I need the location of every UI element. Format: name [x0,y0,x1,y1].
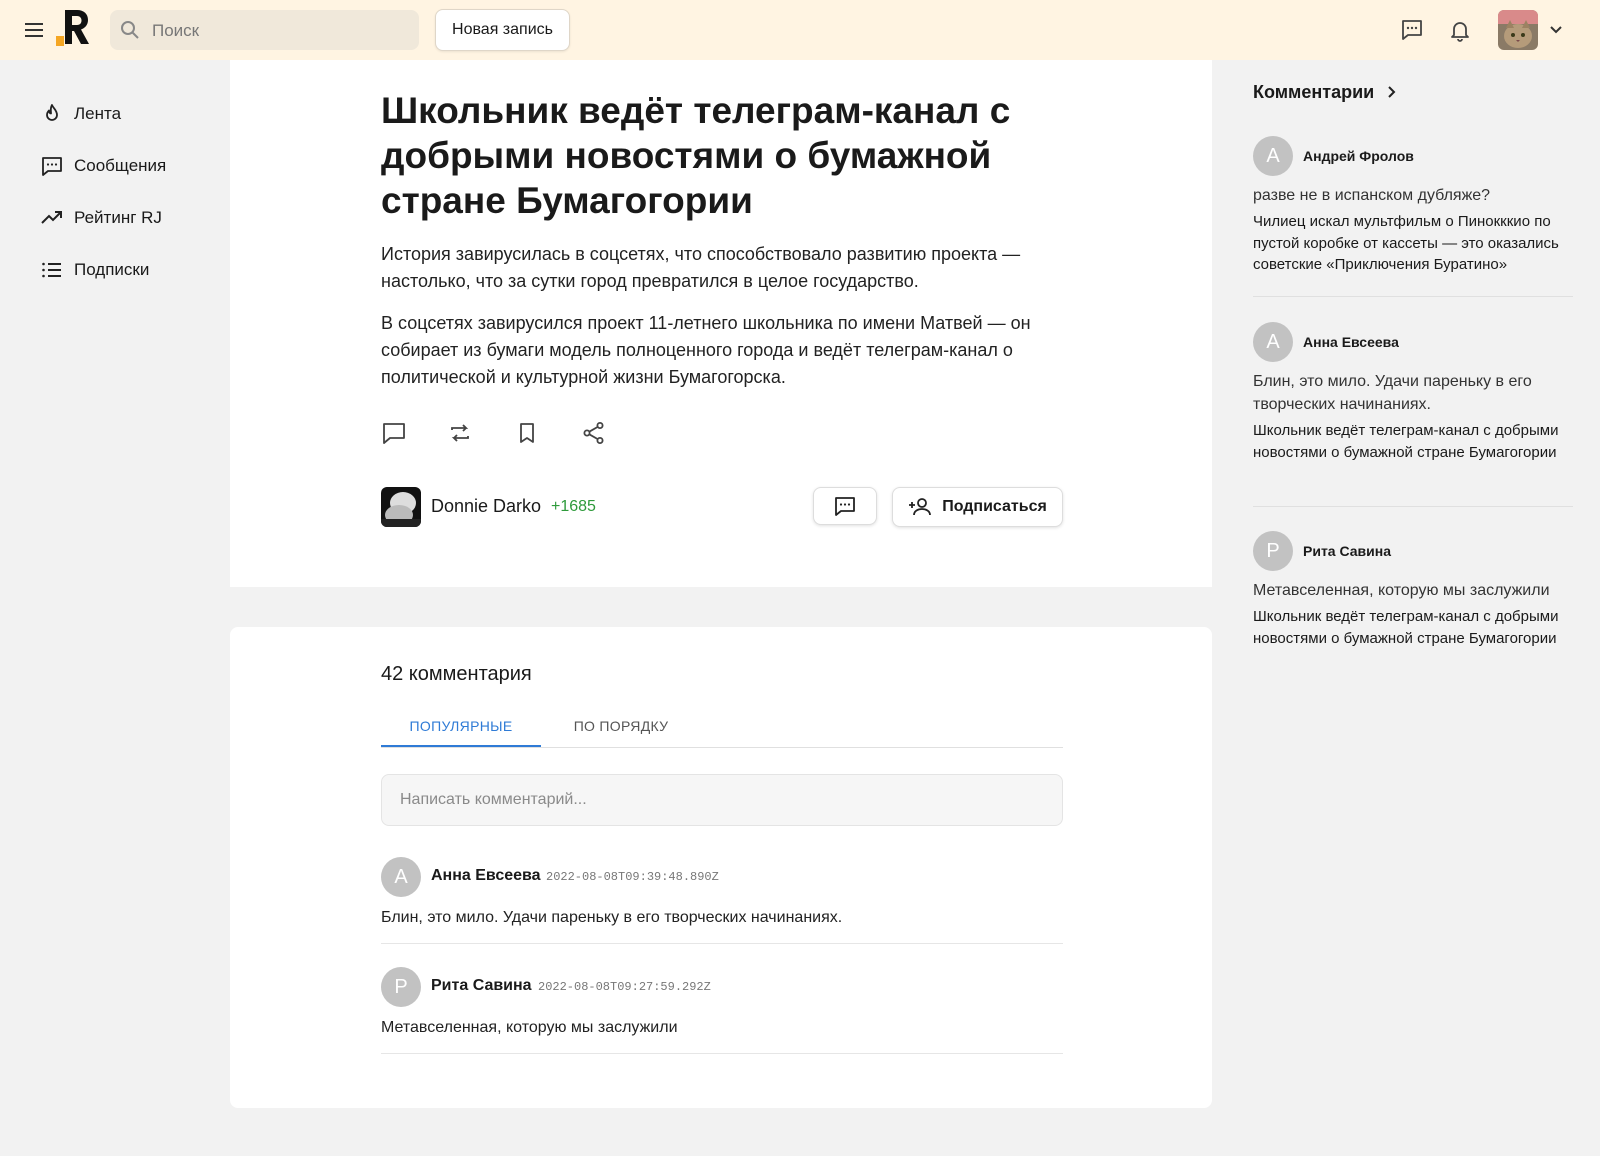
commenter-name[interactable]: Андрей Фролов [1303,148,1414,164]
menu-icon[interactable] [22,18,46,42]
comment-text: Метавселенная, которую мы заслужили [381,1019,678,1036]
search-icon [120,20,140,40]
commenter-avatar[interactable]: А [381,857,421,897]
commenter-avatar[interactable]: А [1253,322,1293,362]
nav-item-feed[interactable]: Лента [40,88,220,140]
comments-card: 42 комментария ПОПУЛЯРНЫЕ ПО ПОРЯДКУ А А… [230,627,1212,1108]
chevron-down-icon[interactable] [1546,20,1566,40]
bell-icon[interactable] [1446,16,1474,44]
sidebar-comment-text[interactable]: Блин, это мило. Удачи пареньку в его тво… [1253,370,1573,416]
subscribe-label: Подписаться [942,498,1047,515]
commenter-avatar[interactable]: А [1253,136,1293,176]
add-person-icon [909,498,932,516]
commenter-name[interactable]: Анна Евсеева [1303,334,1399,350]
user-avatar[interactable] [1498,10,1538,50]
sidebar-comment-text[interactable]: Метавселенная, которую мы заслужили [1253,579,1573,602]
share-icon[interactable] [581,420,607,446]
search-box[interactable] [110,10,419,52]
sidebar-post-link[interactable]: Школьник ведёт телеграм-канал с добрыми … [1253,606,1573,649]
comment-icon[interactable] [381,420,407,446]
new-post-button[interactable]: Новая запись [435,9,570,51]
comment-time: 2022-08-08T09:39:48.890Z [546,870,719,884]
sidebar-comment-text[interactable]: разве не в испанском дубляже? [1253,184,1573,207]
nav-item-rating[interactable]: Рейтинг RJ [40,192,220,244]
divider [1253,296,1573,297]
article-title: Школьник ведёт телеграм-канал с добрыми … [381,90,1011,221]
commenter-name[interactable]: Анна Евсеева [431,867,541,885]
sidebar-comment: А Андрей Фролов разве не в испанском дуб… [1253,136,1573,296]
article-body: В соцсетях завирусился проект 11-летнего… [381,313,1031,387]
chat-icon [835,497,855,516]
top-bar: Новая запись [0,0,1600,60]
author-name[interactable]: Donnie Darko [431,496,541,517]
sidebar-title-text: Комментарии [1253,81,1375,102]
sidebar-title[interactable]: Комментарии [1253,78,1573,106]
nav-item-messages[interactable]: Сообщения [40,140,220,192]
sidebar-post-link[interactable]: Школьник ведёт телеграм-канал с добрыми … [1253,420,1573,463]
comment-input[interactable] [381,774,1063,826]
subscribe-button[interactable]: Подписаться [892,487,1063,527]
nav-item-label: Сообщения [74,156,167,175]
article-card: Школьник ведёт телеграм-канал с добрыми … [230,60,1212,587]
chevron-right-icon [1388,86,1396,98]
messages-icon[interactable] [1398,16,1426,44]
comments-tabs: ПОПУЛЯРНЫЕ ПО ПОРЯДКУ [381,705,1063,748]
author-avatar[interactable] [381,487,421,527]
repost-icon[interactable] [447,420,473,446]
sidebar-post-link[interactable]: Чилиец искал мультфильм о Пинокккио по п… [1253,211,1573,276]
article-lead: История завирусилась в соцсетях, что спо… [381,244,1021,291]
trending-up-icon [40,206,64,230]
comments-count: 42 комментария [381,663,532,685]
commenter-avatar[interactable]: Р [381,967,421,1007]
fire-icon [40,102,64,126]
comment-time: 2022-08-08T09:27:59.292Z [538,980,711,994]
message-author-button[interactable] [813,487,877,525]
logo[interactable] [56,8,92,46]
tab-popular[interactable]: ПОПУЛЯРНЫЕ [381,705,541,747]
list-icon [40,258,64,282]
nav-item-label: Подписки [74,260,150,279]
comment-item: А Анна Евсеева 2022-08-08T09:39:48.890Z … [381,857,1063,944]
left-nav: Лента Сообщения Рейтинг RJ Подписки [40,88,220,296]
nav-item-label: Лента [74,104,122,123]
commenter-avatar[interactable]: Р [1253,531,1293,571]
author-rating: +1685 [551,498,596,515]
sidebar-comment: А Анна Евсеева Блин, это мило. Удачи пар… [1253,322,1573,502]
comment-item: Р Рита Савина 2022-08-08T09:27:59.292Z М… [381,967,1063,1054]
comments-sidebar: Комментарии А Андрей Фролов разве не в и… [1253,78,1573,647]
tab-chronological[interactable]: ПО ПОРЯДКУ [551,705,691,747]
commenter-name[interactable]: Рита Савина [431,977,532,995]
commenter-name[interactable]: Рита Савина [1303,543,1391,559]
sidebar-comment: Р Рита Савина Метавселенная, которую мы … [1253,531,1573,681]
bookmark-icon[interactable] [514,420,540,446]
search-input[interactable] [150,10,414,52]
chat-icon [40,154,64,178]
comment-text: Блин, это мило. Удачи пареньку в его тво… [381,909,843,926]
divider [1253,506,1573,507]
nav-item-label: Рейтинг RJ [74,208,162,227]
nav-item-subscriptions[interactable]: Подписки [40,244,220,296]
